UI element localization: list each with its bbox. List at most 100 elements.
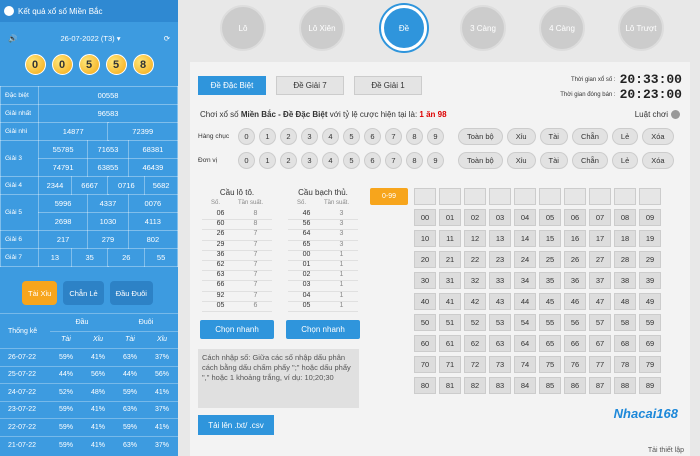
number-cell[interactable]: 78 [614,356,636,373]
number-cell[interactable]: 43 [489,293,511,310]
number-cell[interactable]: 37 [589,272,611,289]
action-button[interactable]: Chẵn [571,128,608,145]
action-button[interactable]: Xóa [642,128,674,145]
number-cell[interactable]: 54 [514,314,536,331]
game-tab-2[interactable]: Đề [381,5,427,51]
number-cell[interactable]: 25 [539,251,561,268]
stat-row[interactable]: 62 7 [202,261,272,272]
upload-button[interactable]: Tải lên .txt/ .csv [198,415,274,435]
digit-button[interactable]: 5 [343,152,360,169]
digit-button[interactable]: 9 [427,128,444,145]
number-cell[interactable]: 73 [489,356,511,373]
stat-row[interactable]: 36 7 [202,251,272,261]
quick-pick-bach-button[interactable]: Chọn nhanh [286,320,360,339]
number-cell[interactable]: 75 [539,356,561,373]
action-button[interactable]: Lẻ [611,152,639,169]
number-cell[interactable]: 50 [414,314,436,331]
number-cell[interactable]: 11 [439,230,461,247]
game-tab-0[interactable]: Lô [220,5,266,51]
number-cell[interactable]: 62 [464,335,486,352]
number-cell[interactable]: 06 [564,209,586,226]
digit-button[interactable]: 6 [364,152,381,169]
number-cell[interactable]: 41 [439,293,461,310]
action-button[interactable]: Xóa [642,152,674,169]
number-cell[interactable]: 72 [464,356,486,373]
number-cell[interactable]: 02 [464,209,486,226]
number-cell[interactable]: 32 [464,272,486,289]
stat-row[interactable]: 02 1 [288,271,358,282]
digit-button[interactable]: 3 [301,152,318,169]
action-button[interactable]: Tài [539,152,568,169]
stat-row[interactable]: 04 1 [288,292,358,302]
number-cell[interactable]: 82 [464,377,486,394]
game-tab-3[interactable]: 3 Càng [460,5,506,51]
number-cell[interactable]: 15 [539,230,561,247]
number-cell[interactable]: 58 [614,314,636,331]
digit-button[interactable]: 3 [301,128,318,145]
number-cell[interactable]: 59 [639,314,661,331]
number-cell[interactable]: 87 [589,377,611,394]
number-cell[interactable]: 45 [539,293,561,310]
number-cell[interactable]: 38 [614,272,636,289]
action-button[interactable]: Toàn bộ [458,128,503,145]
stat-row[interactable]: 06 8 [202,210,272,221]
number-cell[interactable]: 34 [514,272,536,289]
digit-button[interactable]: 2 [280,128,297,145]
stat-row[interactable]: 26 7 [202,230,272,241]
number-cell[interactable]: 33 [489,272,511,289]
number-cell[interactable]: 16 [564,230,586,247]
number-cell[interactable]: 85 [539,377,561,394]
game-tab-4[interactable]: 4 Càng [539,5,585,51]
number-cell[interactable]: 61 [439,335,461,352]
number-cell[interactable]: 69 [639,335,661,352]
number-cell[interactable]: 09 [639,209,661,226]
number-cell[interactable]: 76 [564,356,586,373]
digit-button[interactable]: 1 [259,128,276,145]
digit-button[interactable]: 9 [427,152,444,169]
number-cell[interactable]: 36 [564,272,586,289]
number-cell[interactable]: 14 [514,230,536,247]
stat-row[interactable]: 60 8 [202,220,272,231]
number-cell[interactable]: 04 [514,209,536,226]
number-cell[interactable]: 24 [514,251,536,268]
number-cell[interactable]: 70 [414,356,436,373]
number-cell[interactable]: 23 [489,251,511,268]
stat-row[interactable]: 46 3 [288,210,358,221]
number-cell[interactable]: 22 [464,251,486,268]
number-cell[interactable]: 64 [514,335,536,352]
digit-button[interactable]: 0 [238,152,255,169]
number-cell[interactable]: 66 [564,335,586,352]
number-cell[interactable]: 05 [539,209,561,226]
stat-row[interactable]: 66 7 [202,281,272,292]
number-cell[interactable]: 18 [614,230,636,247]
number-cell[interactable]: 56 [564,314,586,331]
digit-button[interactable]: 4 [322,128,339,145]
number-cell[interactable]: 35 [539,272,561,289]
number-cell[interactable]: 52 [464,314,486,331]
number-cell[interactable]: 00 [414,209,436,226]
refresh-icon[interactable]: ⟳ [164,34,170,43]
number-cell[interactable]: 07 [589,209,611,226]
number-cell[interactable]: 89 [639,377,661,394]
action-button[interactable]: Tài [539,128,568,145]
number-cell[interactable]: 20 [414,251,436,268]
digit-button[interactable]: 7 [385,128,402,145]
number-cell[interactable]: 29 [639,251,661,268]
stats-tab-1[interactable]: Chẵn Lẻ [63,281,104,305]
game-tab-1[interactable]: Lô Xiên [299,5,345,51]
range-button[interactable]: 0-99 [370,188,408,205]
number-cell[interactable]: 88 [614,377,636,394]
action-button[interactable]: Xỉu [506,128,536,145]
digit-button[interactable]: 8 [406,128,423,145]
number-cell[interactable]: 39 [639,272,661,289]
number-cell[interactable]: 48 [614,293,636,310]
stat-row[interactable]: 64 3 [288,230,358,241]
game-tab-5[interactable]: Lô Trượt [618,5,664,51]
de-tab-1[interactable]: Đề Giải 7 [276,76,344,95]
stat-row[interactable]: 00 1 [288,251,358,261]
action-button[interactable]: Chẵn [571,152,608,169]
number-cell[interactable]: 67 [589,335,611,352]
sound-icon[interactable]: 🔊 [8,34,17,43]
number-cell[interactable]: 27 [589,251,611,268]
digit-button[interactable]: 8 [406,152,423,169]
